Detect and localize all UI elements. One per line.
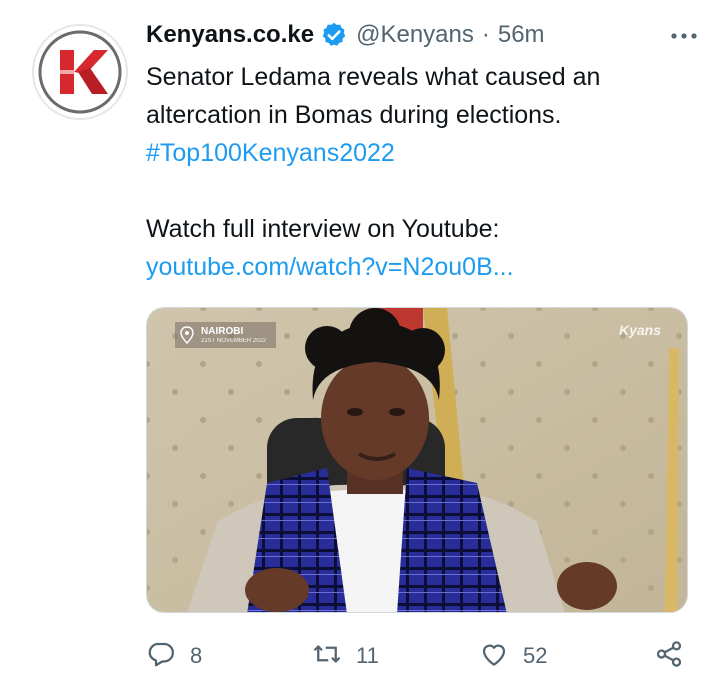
location-badge: NAIROBI 21ST NOVEMBER 2022 <box>175 322 277 348</box>
like-button[interactable]: 52 <box>479 636 547 676</box>
retweet-button[interactable]: 11 <box>312 636 379 676</box>
channel-watermark: Kyans <box>618 322 661 338</box>
display-name[interactable]: Kenyans.co.ke <box>146 21 314 49</box>
heart-icon <box>479 639 509 674</box>
separator-dot: · <box>481 21 490 48</box>
tweet-header: Kenyans.co.ke @Kenyans · 56m <box>146 18 545 52</box>
tweet-actions: 8 11 52 <box>146 636 691 676</box>
reply-count: 8 <box>190 643 203 668</box>
tweet-text-line: Senator Ledama reveals what caused an <box>146 63 601 91</box>
tweet-text-line: altercation in Bomas during elections. <box>146 101 562 129</box>
reply-button[interactable]: 8 <box>146 636 202 676</box>
location-date: 21ST NOVEMBER 2022 <box>201 337 267 344</box>
video-thumbnail[interactable]: NAIROBI 21ST NOVEMBER 2022 Kyans <box>146 307 688 613</box>
retweet-count: 11 <box>356 643 379 668</box>
interview-scene-image <box>147 308 687 612</box>
retweet-icon <box>312 639 342 674</box>
kenyans-logo-icon <box>34 26 126 118</box>
account-handle[interactable]: @Kenyans <box>356 21 474 49</box>
tweet-text: Senator Ledama reveals what caused an al… <box>146 58 686 286</box>
youtube-link[interactable]: youtube.com/watch?v=N2ou0B... <box>146 248 686 286</box>
hashtag-link[interactable]: #Top100Kenyans2022 <box>146 134 686 172</box>
location-city: NAIROBI <box>201 325 244 337</box>
tweet-timestamp[interactable]: 56m <box>498 21 545 49</box>
verified-badge-icon <box>320 21 348 49</box>
reply-icon <box>146 639 176 674</box>
location-pin-icon <box>179 326 195 344</box>
share-button[interactable] <box>654 636 684 676</box>
tweet-text-line: Watch full interview on Youtube: <box>146 215 500 243</box>
share-icon <box>654 639 684 674</box>
like-count: 52 <box>523 643 548 668</box>
avatar[interactable] <box>32 24 128 120</box>
more-options-icon[interactable] <box>664 22 704 50</box>
